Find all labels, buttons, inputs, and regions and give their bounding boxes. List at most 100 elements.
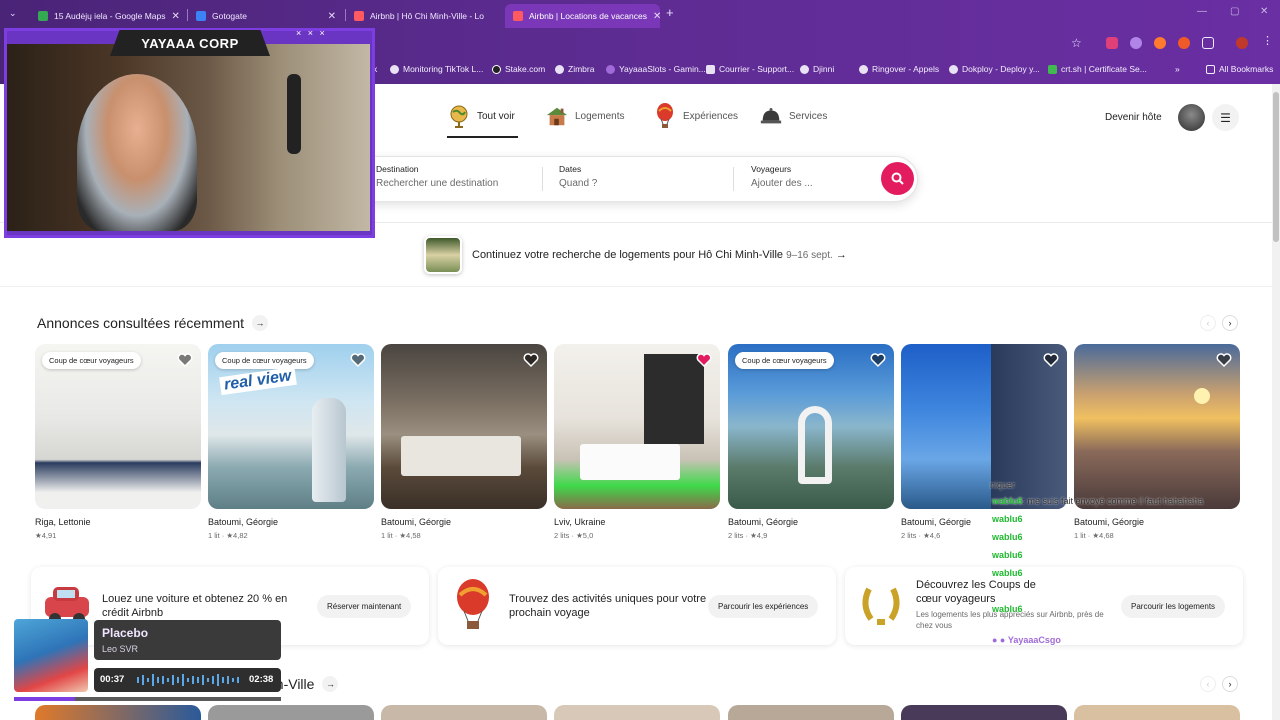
bookmark-item[interactable]: Djinni bbox=[800, 64, 834, 74]
category-services[interactable]: Services bbox=[759, 104, 827, 128]
heart-icon[interactable] bbox=[177, 352, 193, 368]
carousel-next-button[interactable]: › bbox=[1222, 676, 1238, 692]
dates-field[interactable]: Dates Quand ? bbox=[559, 164, 597, 189]
promo-guest-favorites[interactable]: Découvrez les Coups de cœur voyageurs Le… bbox=[845, 567, 1243, 645]
profile-avatar[interactable] bbox=[1236, 37, 1248, 49]
chat-message: wablu6 bbox=[992, 532, 1023, 542]
continue-search-banner[interactable]: Continuez votre recherche de logements p… bbox=[424, 236, 847, 274]
heart-icon[interactable] bbox=[1216, 352, 1232, 368]
current-time: 00:37 bbox=[100, 674, 125, 685]
listing-card[interactable]: Coup de cœur voyageurs real view Batoumi… bbox=[208, 344, 374, 540]
bookmark-item[interactable]: Ringover - Appels bbox=[859, 64, 939, 74]
close-icon[interactable]: ✕ bbox=[328, 11, 336, 22]
listing-card[interactable]: Lviv, Ukraine 2 lits · ★5,0 bbox=[554, 344, 720, 540]
djinni-favicon-icon bbox=[800, 64, 809, 74]
promo-text: Louez une voiture et obtenez 20 % en cré… bbox=[102, 593, 288, 619]
category-experiences[interactable]: Expériences bbox=[653, 103, 738, 128]
mail-favicon-icon bbox=[706, 64, 715, 74]
listing-card[interactable]: Coup de cœur voyageurs Batoumi, Géorgie … bbox=[728, 344, 894, 540]
tab-airbnb-hcm[interactable]: Airbnb | Hô Chi Minh-Ville - Lo bbox=[346, 4, 502, 28]
listing-photo bbox=[554, 344, 720, 509]
track-artist: Leo SVR bbox=[102, 644, 139, 654]
carousel-prev-button[interactable]: ‹ bbox=[1200, 676, 1216, 692]
heart-icon[interactable] bbox=[523, 352, 539, 368]
tab-airbnb-active[interactable]: Airbnb | Locations de vacances ✕ bbox=[505, 4, 660, 28]
arrow-right-icon[interactable]: → bbox=[252, 315, 268, 331]
extensions-puzzle-icon[interactable] bbox=[1202, 37, 1214, 49]
listing-location: Batoumi, Géorgie bbox=[381, 517, 452, 527]
heart-icon[interactable] bbox=[870, 352, 886, 368]
listing-location: Batoumi, Géorgie bbox=[1074, 517, 1145, 527]
bookmark-item[interactable]: Courrier - Support... bbox=[706, 64, 794, 74]
bookmarks-overflow-button[interactable]: » bbox=[1175, 64, 1180, 74]
bookmark-item[interactable]: Stake.com bbox=[492, 64, 545, 74]
listing-meta: 2 lits · ★4,9 bbox=[728, 531, 768, 540]
tab-search-icon[interactable]: ⌄ bbox=[9, 8, 23, 20]
laurel-icon bbox=[862, 587, 900, 625]
listing-card[interactable]: Batoumi, Géorgie 2 lits · ★4,6 bbox=[901, 344, 1067, 540]
maximize-button[interactable]: ▢ bbox=[1230, 6, 1239, 17]
arrow-right-icon[interactable]: → bbox=[322, 676, 339, 692]
heart-icon[interactable] bbox=[350, 352, 366, 368]
heart-icon[interactable] bbox=[1043, 352, 1059, 368]
hamburger-menu-icon[interactable]: ☰ bbox=[1212, 104, 1239, 131]
tab-google-maps[interactable]: 15 Audėjų iela - Google Maps ✕ bbox=[30, 4, 186, 28]
total-time: 02:38 bbox=[249, 674, 274, 685]
extension-icon[interactable] bbox=[1130, 37, 1142, 49]
guests-field[interactable]: Voyageurs Ajouter des ... bbox=[751, 164, 813, 189]
category-logements[interactable]: Logements bbox=[545, 104, 624, 128]
decoration-marks: × × × bbox=[296, 28, 327, 38]
listing-card-partial[interactable] bbox=[1074, 705, 1240, 720]
carousel-prev-button[interactable]: ‹ bbox=[1200, 315, 1216, 331]
listing-card-partial[interactable] bbox=[728, 705, 894, 720]
listing-card-partial[interactable] bbox=[901, 705, 1067, 720]
user-avatar[interactable] bbox=[1178, 104, 1205, 131]
close-icon[interactable]: ✕ bbox=[653, 11, 660, 22]
arrow-right-icon: → bbox=[835, 249, 847, 261]
minimize-button[interactable]: — bbox=[1197, 6, 1207, 17]
extension-icon[interactable] bbox=[1154, 37, 1166, 49]
webcam-video bbox=[7, 44, 370, 231]
new-tab-button[interactable]: + bbox=[666, 6, 680, 20]
carousel-next-button[interactable]: › bbox=[1222, 315, 1238, 331]
browser-menu-icon[interactable]: ⋮ bbox=[1262, 34, 1274, 47]
stream-title: YAYAAA CORP bbox=[110, 30, 270, 56]
promo-text: Découvrez les Coups de cœur voyageurs bbox=[916, 579, 1036, 605]
listing-card-partial[interactable] bbox=[554, 705, 720, 720]
category-tout-voir[interactable]: Tout voir bbox=[447, 104, 515, 128]
bookmark-item[interactable]: Zimbra bbox=[555, 64, 594, 74]
streamer-silhouette bbox=[77, 74, 197, 231]
close-icon[interactable]: ✕ bbox=[172, 11, 180, 22]
promo-text: Trouvez des activités uniques pour votre… bbox=[509, 593, 707, 619]
destination-field[interactable]: Destination Rechercher une destination bbox=[376, 164, 498, 189]
bookmark-item[interactable]: Dokploy - Deploy y... bbox=[949, 64, 1040, 74]
scrollbar-thumb[interactable] bbox=[1273, 92, 1279, 242]
waveform-icon bbox=[137, 674, 239, 686]
track-progress-fill bbox=[14, 697, 76, 701]
all-bookmarks[interactable]: All Bookmarks bbox=[1206, 64, 1273, 74]
listing-card[interactable]: Batoumi, Géorgie 1 lit · ★4,68 bbox=[1074, 344, 1240, 540]
recent-listings-title[interactable]: Annonces consultées récemment → bbox=[37, 315, 268, 331]
listing-card[interactable]: Coup de cœur voyageurs Riga, Lettonie ★4… bbox=[35, 344, 201, 540]
continue-search-dates: 9–16 sept. bbox=[786, 250, 833, 261]
bookmark-item[interactable]: Monitoring TikTok L... bbox=[390, 64, 483, 74]
extension-icon[interactable] bbox=[1178, 37, 1190, 49]
become-host-link[interactable]: Devenir hôte bbox=[1105, 112, 1162, 123]
browse-listings-button[interactable]: Parcourir les logements bbox=[1121, 595, 1226, 618]
extension-icon[interactable] bbox=[1106, 37, 1118, 49]
search-button[interactable] bbox=[881, 162, 914, 195]
listing-card-partial[interactable] bbox=[381, 705, 547, 720]
book-now-button[interactable]: Réserver maintenant bbox=[317, 595, 412, 618]
chat-message: wablu6 bbox=[992, 604, 1023, 614]
listing-card-partial[interactable] bbox=[208, 705, 374, 720]
listing-card-partial[interactable] bbox=[35, 705, 201, 720]
heart-filled-icon[interactable] bbox=[696, 352, 712, 368]
window-close-button[interactable]: ✕ bbox=[1260, 6, 1268, 17]
bookmark-item[interactable]: YayaaaSlots - Gamin... bbox=[606, 64, 706, 74]
browse-experiences-button[interactable]: Parcourir les expériences bbox=[708, 595, 819, 618]
listing-card[interactable]: Batoumi, Géorgie 1 lit · ★4,58 bbox=[381, 344, 547, 540]
bookmark-star-icon[interactable]: ☆ bbox=[1071, 36, 1082, 50]
promo-experiences[interactable]: Trouvez des activités uniques pour votre… bbox=[438, 567, 836, 645]
tab-gotogate[interactable]: Gotogate ✕ bbox=[188, 4, 344, 28]
bookmark-item[interactable]: crt.sh | Certificate Se... bbox=[1048, 64, 1147, 74]
